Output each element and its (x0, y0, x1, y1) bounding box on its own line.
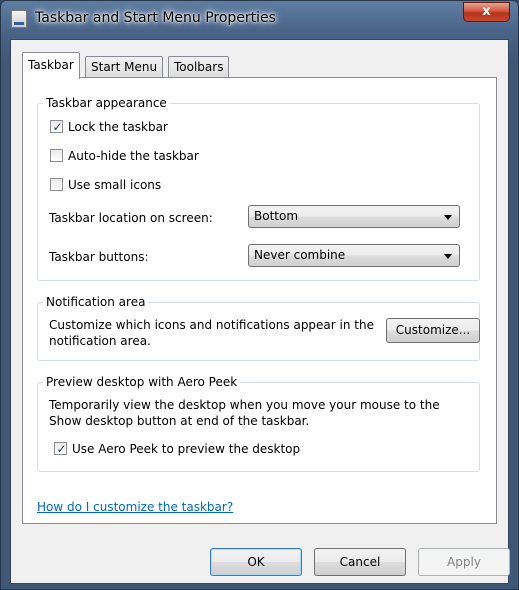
small-icons-label: Use small icons (68, 178, 162, 192)
aero-peek-label: Use Aero Peek to preview the desktop (72, 442, 301, 456)
chevron-down-icon (444, 215, 452, 220)
aero-peek-legend: Preview desktop with Aero Peek (43, 374, 241, 390)
taskbar-location-label: Taskbar location on screen: (49, 211, 213, 225)
auto-hide-label: Auto-hide the taskbar (68, 149, 199, 163)
close-icon: x (482, 4, 491, 19)
checkmark-icon: ✓ (56, 442, 67, 456)
tab-taskbar[interactable]: Taskbar (22, 52, 80, 79)
checkmark-icon: ✓ (52, 120, 63, 134)
customize-button[interactable]: Customize... (386, 318, 480, 343)
notification-description-line1: Customize which icons and notifications … (49, 318, 374, 332)
taskbar-appearance-legend: Taskbar appearance (43, 95, 170, 111)
taskbar-location-select[interactable]: Bottom (248, 205, 460, 228)
lock-taskbar-label: Lock the taskbar (68, 120, 168, 134)
taskbar-buttons-label: Taskbar buttons: (49, 250, 149, 264)
notification-area-legend: Notification area (43, 294, 149, 310)
close-button[interactable]: x (463, 2, 510, 22)
taskbar-properties-icon (11, 10, 27, 28)
tab-start-menu[interactable]: Start Menu (85, 56, 164, 78)
chevron-down-icon (444, 254, 452, 259)
taskbar-buttons-select[interactable]: Never combine (248, 244, 460, 267)
ok-button[interactable]: OK (210, 548, 302, 576)
apply-button[interactable]: Apply (418, 548, 510, 576)
taskbar-buttons-value: Never combine (254, 248, 346, 262)
aero-peek-group: Preview desktop with Aero Peek Temporari… (37, 374, 480, 472)
dialog-window: Taskbar and Start Menu Properties x Task… (0, 0, 519, 590)
dialog-body: Taskbar Start Menu Toolbars Taskbar appe… (10, 39, 510, 584)
window-title: Taskbar and Start Menu Properties (35, 10, 276, 26)
aero-peek-description-line1: Temporarily view the desktop when you mo… (49, 398, 440, 412)
checkbox-box[interactable] (50, 178, 63, 191)
taskbar-location-value: Bottom (254, 209, 299, 223)
title-bar[interactable]: Taskbar and Start Menu Properties x (1, 1, 518, 37)
checkbox-box[interactable]: ✓ (50, 120, 63, 134)
notification-area-group: Notification area Customize which icons … (37, 294, 480, 361)
notification-description-line2: notification area. (49, 334, 151, 348)
checkbox-box[interactable]: ✓ (54, 442, 67, 456)
aero-peek-description-line2: Show desktop button at end of the taskba… (49, 414, 310, 428)
checkbox-box[interactable] (50, 149, 63, 162)
taskbar-appearance-group: Taskbar appearance ✓ Lock the taskbar Au… (37, 95, 480, 281)
taskbar-tab-panel: Taskbar appearance ✓ Lock the taskbar Au… (22, 77, 497, 524)
help-link[interactable]: How do I customize the taskbar? (37, 500, 233, 514)
tab-toolbars[interactable]: Toolbars (168, 56, 230, 78)
cancel-button[interactable]: Cancel (314, 548, 406, 576)
